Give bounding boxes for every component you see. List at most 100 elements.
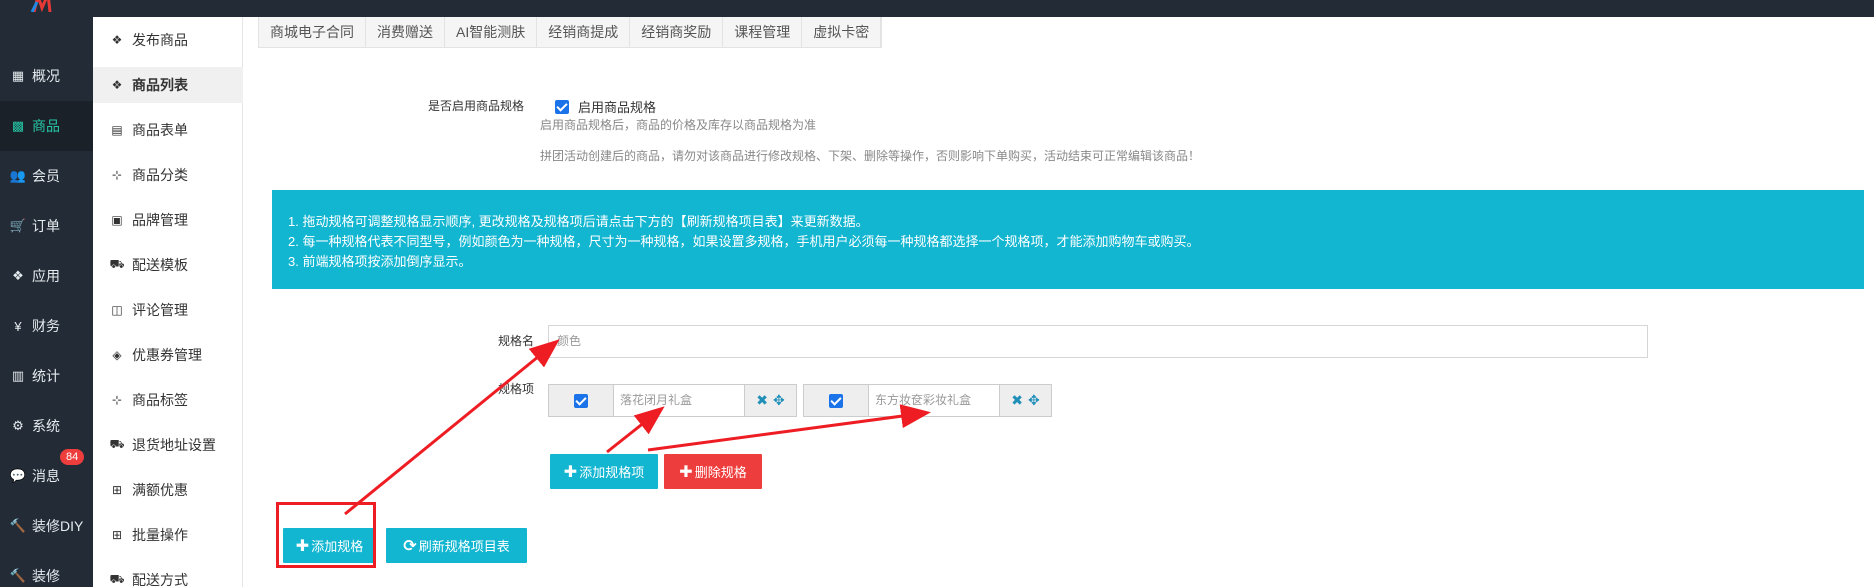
spec-item-actions: ✖ ✥ (744, 385, 796, 416)
info-line: 1. 拖动规格可调整规格显示顺序, 更改规格及规格项后请点击下方的【刷新规格项目… (288, 214, 869, 229)
add-spec-item-button[interactable]: ✚ 添加规格项 (550, 454, 658, 489)
submenu-item-label: 配送模板 (132, 257, 188, 273)
sidebar-item-label: 概况 (32, 68, 60, 84)
spec-item-actions: ✖ ✥ (999, 385, 1051, 416)
spec-item: 落花闭月礼盒 ✖ ✥ (548, 384, 797, 417)
move-icon[interactable]: ✥ (1028, 392, 1040, 409)
yen-icon: ¥ (14, 318, 22, 334)
tab-dealer-commission[interactable]: 经销商提成 (537, 17, 631, 47)
gavel-icon: 🔨 (9, 568, 27, 583)
submenu-item-batch-ops[interactable]: ⊞ 批量操作 (93, 517, 243, 553)
submenu-item-goods-form[interactable]: ▤ 商品表单 (93, 112, 243, 148)
submenu-item-goods-tags[interactable]: ⊹ 商品标签 (93, 382, 243, 418)
sidebar-item-system[interactable]: ⚙ 系统 (0, 401, 93, 451)
sidebar-item-label: 应用 (32, 268, 60, 284)
sidebar-item-overview[interactable]: ▦ 概况 (0, 51, 93, 101)
tab-ai-skin-test[interactable]: AI智能测肤 (445, 17, 538, 47)
submenu-item-delivery-method[interactable]: ⛟ 配送方式 (93, 562, 243, 587)
main-sidebar: ▦ 概况 ▩ 商品 👥 会员 🛒 订单 ❖ 应用 ¥ 财务 ▥ 统计 ⚙ 系统 … (0, 17, 93, 587)
delete-spec-label: 删除规格 (694, 465, 747, 480)
spec-name-input[interactable]: 颜色 (548, 325, 1648, 358)
submenu-item-label: 批量操作 (132, 527, 188, 543)
plus-icon: ✚ (563, 463, 578, 481)
remove-icon[interactable]: ✖ (1011, 392, 1023, 409)
spec-item-checkbox-cell[interactable] (804, 385, 869, 416)
remove-icon[interactable]: ✖ (756, 392, 768, 409)
truck-icon: ⛟ (109, 572, 125, 586)
add-spec-item-label: 添加规格项 (579, 465, 645, 480)
submenu-item-publish-goods[interactable]: ❖ 发布商品 (93, 22, 243, 58)
spec-item-checkbox-cell[interactable] (549, 385, 614, 416)
sitemap-icon: ⊹ (111, 393, 123, 407)
sidebar-item-stats[interactable]: ▥ 统计 (0, 351, 93, 401)
message-count-badge: 84 (60, 449, 85, 465)
submenu-item-return-address[interactable]: ⛟ 退货地址设置 (93, 427, 243, 463)
tab-consume-gift[interactable]: 消费赠送 (366, 17, 445, 47)
sitemap-icon: ⊹ (111, 168, 123, 182)
enable-spec-hint: 启用商品规格后，商品的价格及库存以商品规格为准 (540, 118, 817, 132)
sidebar-item-goods[interactable]: ▩ 商品 (0, 101, 93, 151)
sidebar-item-members[interactable]: 👥 会员 (0, 151, 93, 201)
sidebar-item-messages[interactable]: 💬 消息 84 (0, 449, 93, 501)
sidebar-item-orders[interactable]: 🛒 订单 (0, 201, 93, 251)
refresh-spec-table-label: 刷新规格项目表 (418, 539, 510, 554)
enable-spec-checkbox[interactable] (555, 99, 569, 114)
submenu-item-label: 配送方式 (132, 572, 188, 587)
spec-item-value-input[interactable]: 落花闭月礼盒 (614, 385, 744, 416)
submenu-item-goods-category[interactable]: ⊹ 商品分类 (93, 157, 243, 193)
sidebar-item-label: 装修 (32, 568, 60, 584)
submenu-item-label: 发布商品 (132, 32, 188, 48)
dashboard-icon: ▦ (11, 68, 25, 83)
enable-spec-checkbox-label: 启用商品规格 (578, 100, 657, 115)
goods-submenu: ❖ 发布商品 ❖ 商品列表 ▤ 商品表单 ⊹ 商品分类 ▣ 品牌管理 ⛟ 配送模… (93, 17, 243, 587)
refresh-icon: ⟳ (403, 537, 417, 555)
submenu-item-coupons[interactable]: ◈ 优惠券管理 (93, 337, 243, 373)
annotation-arrow (647, 404, 931, 452)
gift-icon: ⊞ (111, 483, 123, 497)
logo-icon (30, 0, 52, 12)
sidebar-item-label: 订单 (32, 218, 60, 234)
delete-spec-button[interactable]: ✚ 删除规格 (664, 454, 762, 489)
tab-virtual-card[interactable]: 虚拟卡密 (802, 17, 882, 47)
tab-dealer-reward[interactable]: 经销商奖励 (630, 17, 724, 47)
gears-icon: ⚙ (12, 418, 24, 433)
cubes-icon: ❖ (12, 268, 24, 283)
submenu-item-label: 满额优惠 (132, 482, 188, 498)
plus-icon: ✚ (679, 463, 693, 481)
spec-item-value-input[interactable]: 东方妆奁彩妆礼盒 (869, 385, 999, 416)
submenu-item-full-discount[interactable]: ⊞ 满额优惠 (93, 472, 243, 508)
submenu-item-label: 商品表单 (132, 122, 188, 138)
group-buy-warning: 拼团活动创建后的商品，请勿对该商品进行修改规格、下架、删除等操作，否则影响下单购… (540, 149, 1201, 163)
top-bar (0, 0, 1874, 17)
move-icon[interactable]: ✥ (773, 392, 785, 409)
window-icon: ◫ (111, 303, 123, 317)
truck-icon: ⛟ (109, 257, 125, 271)
submenu-item-comments[interactable]: ◫ 评论管理 (93, 292, 243, 328)
sidebar-item-decoration[interactable]: 🔨 装修 (0, 551, 93, 587)
truck-icon: ⛟ (109, 437, 125, 451)
gift-icon: ⊞ (111, 528, 123, 542)
comment-icon: 💬 (9, 468, 27, 483)
sidebar-item-finance[interactable]: ¥ 财务 (0, 301, 93, 351)
refresh-spec-table-button[interactable]: ⟳ 刷新规格项目表 (386, 528, 527, 563)
sidebar-item-apps[interactable]: ❖ 应用 (0, 251, 93, 301)
bar-chart-icon: ▥ (11, 368, 25, 383)
sidebar-item-decoration-diy[interactable]: 🔨 装修DIY (0, 501, 93, 551)
enable-spec-checkbox-group[interactable]: 启用商品规格 (555, 97, 656, 116)
enable-spec-label: 是否启用商品规格 (428, 99, 525, 113)
tab-course-management[interactable]: 课程管理 (723, 17, 803, 47)
users-icon: 👥 (9, 168, 27, 183)
submenu-item-goods-list[interactable]: ❖ 商品列表 (93, 67, 243, 103)
submenu-item-shipping-template[interactable]: ⛟ 配送模板 (93, 247, 243, 283)
gavel-icon: 🔨 (9, 518, 27, 533)
spec-item-checkbox[interactable] (829, 393, 843, 408)
goods-edit-tabs: 商城电子合同 消费赠送 AI智能测肤 经销商提成 经销商奖励 课程管理 虚拟卡密 (258, 17, 883, 48)
submenu-item-brand[interactable]: ▣ 品牌管理 (93, 202, 243, 238)
cubes-icon: ❖ (111, 33, 123, 47)
tab-e-contract[interactable]: 商城电子合同 (259, 17, 366, 47)
spec-item-checkbox[interactable] (574, 393, 588, 408)
form-icon: ▤ (111, 123, 123, 137)
submenu-item-label: 商品标签 (132, 392, 188, 408)
spec-items-label: 规格项 (498, 382, 535, 396)
spec-name-label: 规格名 (498, 334, 535, 348)
